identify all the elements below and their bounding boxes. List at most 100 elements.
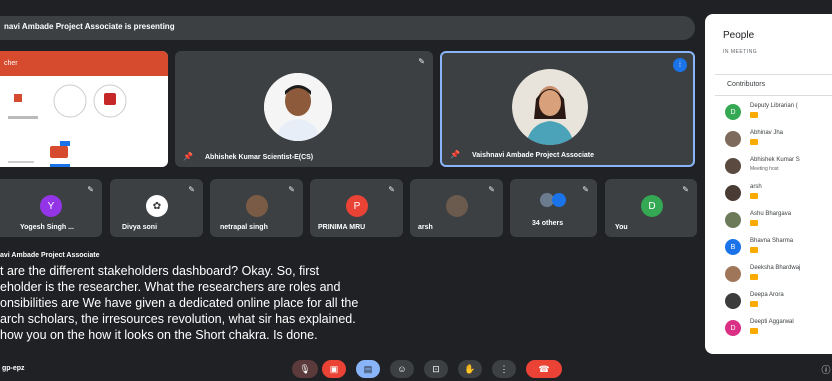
person-name: Deputy Librarian ( [750,103,798,109]
speaking-indicator-icon: ⁞ [673,58,687,72]
mic-muted-icon: ✎ [488,185,495,194]
person-name: Deepti Aggarwal [750,319,794,325]
present-icon: ⊡ [432,363,440,374]
end-call-button[interactable]: ☎ [526,360,562,378]
list-item[interactable]: B Bhavna Sharma [725,235,832,261]
avatar: Y [40,195,62,217]
emoji-button[interactable]: ☺ [390,360,414,378]
pin-icon[interactable]: 📌 [183,152,193,161]
participant-tile-abhishek[interactable]: ✎ 📌 Abhishek Kumar Scientist-E(CS) [175,51,433,167]
participant-tile-prinima[interactable]: ✎ P PRINIMA MRU [310,179,403,237]
badge-icon [750,139,758,145]
person-name: Bhavna Sharma [750,238,794,244]
person-name: Abhishek Kumar S [750,157,800,163]
list-item[interactable]: D Deputy Librarian ( [725,100,832,126]
person-name: arsh [750,184,762,190]
badge-icon [750,193,758,199]
slide-diagram [8,84,127,167]
raise-hand-button[interactable]: ✋ [458,360,482,378]
list-item[interactable]: Abhinav Jha [725,127,832,153]
caption-line: t are the different stakeholders dashboa… [0,264,320,278]
slide-header: cher [0,51,168,76]
avatar: ✿ [146,195,168,217]
caption-line: arch scholars, the irresources revolutio… [0,312,356,326]
info-button[interactable]: ⓘ [820,360,832,378]
mic-button[interactable]: 🎙 [292,360,318,378]
list-item[interactable]: D Deepti Aggarwal [725,316,832,342]
list-item[interactable]: arsh [725,181,832,207]
person-name: Ashu Bhargava [750,211,792,217]
present-button[interactable]: ⊡ [424,360,448,378]
captions-button[interactable]: ▤ [356,360,380,378]
participant-name: Abhishek Kumar Scientist-E(CS) [205,154,314,161]
caption-line: onsibilities are We have given a dedicat… [0,296,359,310]
avatar [725,185,741,201]
participant-tile-divya[interactable]: ✎ ✿ Divya soni [110,179,203,237]
hand-icon: ✋ [464,363,476,374]
participant-name: Yogesh Singh ... [20,224,74,231]
participant-name: 34 others [532,220,564,227]
pin-icon[interactable]: 📌 [450,150,460,159]
person-name: Abhinav Jha [750,130,784,136]
participant-tile-you[interactable]: ✎ D You [605,179,697,237]
panel-title: People [723,30,755,41]
info-icon: ⓘ [821,364,831,375]
avatar: D [725,320,741,336]
captions-area: avi Ambade Project Associate t are the d… [0,252,470,343]
host-label: Meeting host [750,166,779,172]
presentation-tile[interactable]: cher [0,51,168,167]
participant-tile-arsh[interactable]: ✎ arsh [410,179,503,237]
emoji-icon: ☺ [397,364,407,374]
avatar [725,266,741,282]
avatar [264,73,332,141]
caption-speaker: avi Ambade Project Associate [0,252,100,259]
list-item[interactable]: Ashu Bhargava [725,208,832,234]
end-call-icon: ☎ [538,363,550,374]
avatar [446,195,468,217]
mic-icon: 🎙 [299,363,311,374]
participant-name: You [615,224,628,231]
participant-tile-netrapal[interactable]: ✎ netrapal singh [210,179,303,237]
badge-icon [750,328,758,334]
participant-name: PRINIMA MRU [318,224,366,231]
avatar [725,293,741,309]
list-item[interactable]: Deepa Arora [725,289,832,315]
avatar [552,193,566,207]
mic-muted-icon: ✎ [288,185,295,194]
more-options-button[interactable]: ⋮ [492,360,516,378]
badge-icon [750,247,758,253]
participant-tile-vaishnavi[interactable]: ⁞ 📌 Vaishnavi Ambade Project Associate [440,51,695,167]
caption-line: eholder is the researcher. What the rese… [0,280,341,294]
avatar [246,195,268,217]
list-item[interactable]: Abhishek Kumar S Meeting host [725,154,832,180]
mic-muted-icon: ✎ [582,185,589,194]
participant-name: netrapal singh [220,224,268,231]
camera-off-icon: ▣ [329,363,339,374]
avatar: P [346,195,368,217]
contributors-section[interactable]: Contributors [715,74,832,96]
mic-muted-icon: ✎ [682,185,689,194]
person-name: Deepa Arora [750,292,784,298]
mic-muted-icon: ✎ [87,185,94,194]
mic-muted-icon: ✎ [388,185,395,194]
control-bar: gp-epz 🎙 ▣ ▤ ☺ ⊡ ✋ ⋮ ☎ ⓘ [0,355,832,381]
captions-icon: ▤ [363,363,373,374]
badge-icon [750,274,758,280]
participant-tile-others[interactable]: ✎ 34 others [510,179,597,237]
avatar: D [641,195,663,217]
meeting-code: gp-epz [2,365,25,372]
mic-muted-icon: ✎ [418,57,425,66]
person-name: Deeksha Bhardwaj [750,265,801,271]
presenting-text: navi Ambade Project Associate is present… [4,22,175,31]
participant-tile-yogesh[interactable]: ✎ Y Yogesh Singh ... [0,179,102,237]
participant-name: arsh [418,224,433,231]
badge-icon [750,112,758,118]
avatar [725,131,741,147]
people-panel: People IN MEETING Contributors D Deputy … [705,14,832,354]
participant-name: Divya soni [122,224,158,231]
presenting-banner: navi Ambade Project Associate is present… [0,16,695,40]
avatar [725,212,741,228]
list-item[interactable]: Deeksha Bhardwaj [725,262,832,288]
more-vert-icon: ⋮ [499,363,509,374]
camera-button[interactable]: ▣ [322,360,346,378]
